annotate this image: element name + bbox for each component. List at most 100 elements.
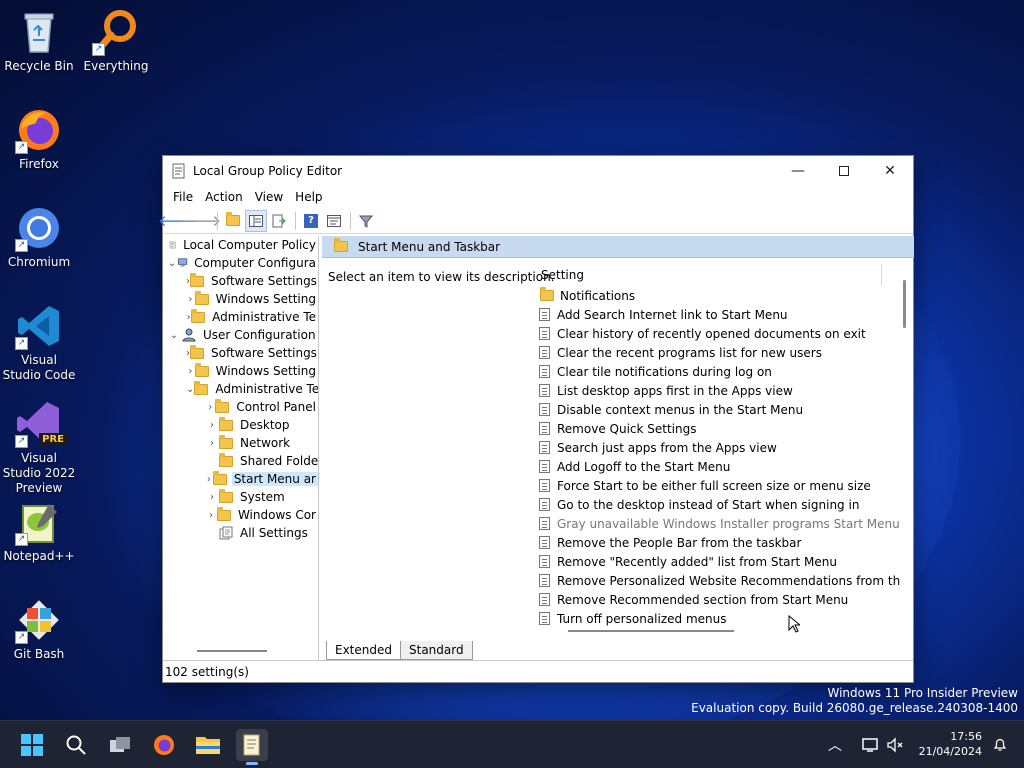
chevron-right-icon[interactable]: › (205, 420, 219, 431)
tree-item-start-menu-and-taskbar[interactable]: › Start Menu ar (163, 470, 318, 488)
list-item[interactable]: Disable context menus in the Start Menu (535, 400, 900, 419)
desktop-icon-vscode[interactable]: ↗ Visual Studio Code (1, 302, 77, 383)
taskbar-group-policy-editor[interactable] (236, 729, 268, 765)
tree-item-local-computer-policy[interactable]: Local Computer Policy (163, 236, 318, 254)
list-item[interactable]: Search just apps from the Apps view (535, 438, 900, 457)
tree-item-control-panel[interactable]: › Control Panel (163, 398, 318, 416)
folder-icon (190, 344, 204, 359)
chevron-right-icon[interactable]: › (186, 294, 195, 305)
export-list-button[interactable] (268, 210, 290, 232)
list-item[interactable]: Turn off personalized menus (535, 609, 900, 628)
start-button[interactable] (16, 729, 48, 761)
folder-icon (334, 238, 348, 252)
search-button[interactable] (60, 729, 92, 761)
show-hide-tree-button[interactable] (245, 209, 267, 232)
chevron-down-icon[interactable]: ⌄ (167, 258, 177, 269)
list-item[interactable]: Remove "Recently added" list from Start … (535, 552, 900, 571)
desktop-icon-firefox[interactable]: ↗ Firefox (1, 106, 77, 172)
settings-vertical-scrollbar[interactable] (903, 280, 906, 328)
tree-item-all-settings[interactable]: All Settings (163, 524, 318, 542)
chevron-right-icon[interactable]: › (205, 438, 219, 449)
tree-pane[interactable]: Local Computer Policy ⌄ Computer Configu… (163, 236, 319, 660)
list-item[interactable]: Clear tile notifications during log on (535, 362, 900, 381)
menu-file[interactable]: File (167, 190, 199, 204)
tree-horizontal-scrollbar[interactable] (197, 650, 267, 652)
tab-standard[interactable]: Standard (400, 641, 473, 660)
policy-setting-icon (539, 612, 550, 625)
desktop-icon-label: Notepad++ (3, 549, 75, 563)
list-item[interactable]: Add Logoff to the Start Menu (535, 457, 900, 476)
title-bar[interactable]: Local Group Policy Editor — ✕ (163, 156, 913, 186)
list-item-label: Turn off personalized menus (557, 611, 727, 626)
notifications-button[interactable] (992, 721, 1008, 768)
chevron-right-icon[interactable]: › (205, 510, 217, 521)
tree-item-windows-components[interactable]: › Windows Cor (163, 506, 318, 524)
chevron-right-icon[interactable]: › (205, 474, 213, 485)
network-icon[interactable] (862, 737, 880, 753)
list-item[interactable]: Remove Quick Settings (535, 419, 900, 438)
tree-item-desktop[interactable]: › Desktop (163, 416, 318, 434)
column-header-setting[interactable]: Setting (535, 264, 882, 286)
taskbar-file-explorer[interactable] (192, 729, 224, 761)
list-item[interactable]: List desktop apps first in the Apps view (535, 381, 900, 400)
pre-badge: PRE (39, 433, 67, 446)
tree-item-user-software-settings[interactable]: › Software Settings (163, 344, 318, 362)
desktop-icon-git-bash[interactable]: ↗ Git Bash (1, 596, 77, 662)
desktop-icon-everything[interactable]: ↗ Everything (78, 8, 154, 74)
settings-horizontal-scrollbar[interactable] (568, 630, 734, 632)
tab-extended[interactable]: Extended (326, 641, 401, 660)
list-item[interactable]: Remove the People Bar from the taskbar (535, 533, 900, 552)
desktop-icon-chromium[interactable]: ↗ Chromium (1, 204, 77, 270)
settings-list[interactable]: Setting Notifications Add Search Interne… (535, 264, 900, 628)
list-item-hovered[interactable]: Gray unavailable Windows Installer progr… (535, 514, 900, 533)
tree-item-software-settings[interactable]: › Software Settings (163, 272, 318, 290)
chevron-down-icon[interactable]: ⌄ (167, 330, 181, 341)
tree-item-user-configuration[interactable]: ⌄ User Configuration (163, 326, 318, 344)
list-item[interactable]: Remove Personalized Website Recommendati… (535, 571, 900, 590)
list-item-folder[interactable]: Notifications (535, 286, 900, 305)
desktop-icon-recycle-bin[interactable]: Recycle Bin (1, 8, 77, 74)
show-hidden-icons-button[interactable]: ︿ (828, 735, 842, 755)
maximize-button[interactable] (821, 156, 867, 186)
list-item-label: Clear history of recently opened documen… (557, 326, 866, 341)
volume-muted-icon[interactable] (886, 737, 904, 753)
chevron-right-icon[interactable]: › (205, 402, 215, 413)
up-one-level-button[interactable] (222, 210, 244, 232)
tree-item-shared-folders[interactable]: Shared Folder (163, 452, 318, 470)
tree-item-user-windows-settings[interactable]: › Windows Setting (163, 362, 318, 380)
menu-help[interactable]: Help (289, 190, 328, 204)
policy-setting-icon (539, 327, 550, 340)
chevron-right-icon[interactable]: › (205, 492, 219, 503)
filter-button[interactable] (355, 210, 377, 232)
task-view-button[interactable] (104, 729, 136, 761)
shortcut-arrow-icon: ↗ (15, 631, 28, 644)
close-button[interactable]: ✕ (867, 156, 913, 186)
list-item-label: Go to the desktop instead of Start when … (557, 497, 860, 512)
desktop-icon-notepadpp[interactable]: ↗ Notepad++ (1, 498, 77, 564)
minimize-button[interactable]: — (775, 156, 821, 186)
tree-item-windows-settings[interactable]: › Windows Setting (163, 290, 318, 308)
list-item[interactable]: Force Start to be either full screen siz… (535, 476, 900, 495)
menu-action[interactable]: Action (199, 190, 249, 204)
taskbar-firefox[interactable] (148, 729, 180, 761)
tree-item-computer-configuration[interactable]: ⌄ Computer Configura (163, 254, 318, 272)
chevron-down-icon[interactable]: ⌄ (186, 384, 194, 395)
tree-item-administrative-templates[interactable]: › Administrative Te (163, 308, 318, 326)
help-button[interactable]: ? (300, 210, 322, 232)
properties-button[interactable] (323, 210, 345, 232)
tree-item-user-administrative-templates[interactable]: ⌄ Administrative Te (163, 380, 318, 398)
menu-view[interactable]: View (249, 190, 289, 204)
list-item-label: Remove "Recently added" list from Start … (557, 554, 837, 569)
chevron-right-icon[interactable]: › (186, 366, 195, 377)
shortcut-arrow-icon: ↗ (92, 43, 105, 56)
tree-item-system[interactable]: › System (163, 488, 318, 506)
taskbar-clock[interactable]: 17:56 21/04/2024 (919, 729, 982, 759)
list-item[interactable]: Add Search Internet link to Start Menu (535, 305, 900, 324)
desktop-icon-visual-studio[interactable]: PRE ↗ Visual Studio 2022 Preview (1, 400, 77, 496)
list-item[interactable]: Remove Recommended section from Start Me… (535, 590, 900, 609)
list-item[interactable]: Go to the desktop instead of Start when … (535, 495, 900, 514)
forward-button[interactable]: 🡒 (181, 210, 221, 232)
tree-item-network[interactable]: › Network (163, 434, 318, 452)
list-item[interactable]: Clear history of recently opened documen… (535, 324, 900, 343)
list-item[interactable]: Clear the recent programs list for new u… (535, 343, 900, 362)
